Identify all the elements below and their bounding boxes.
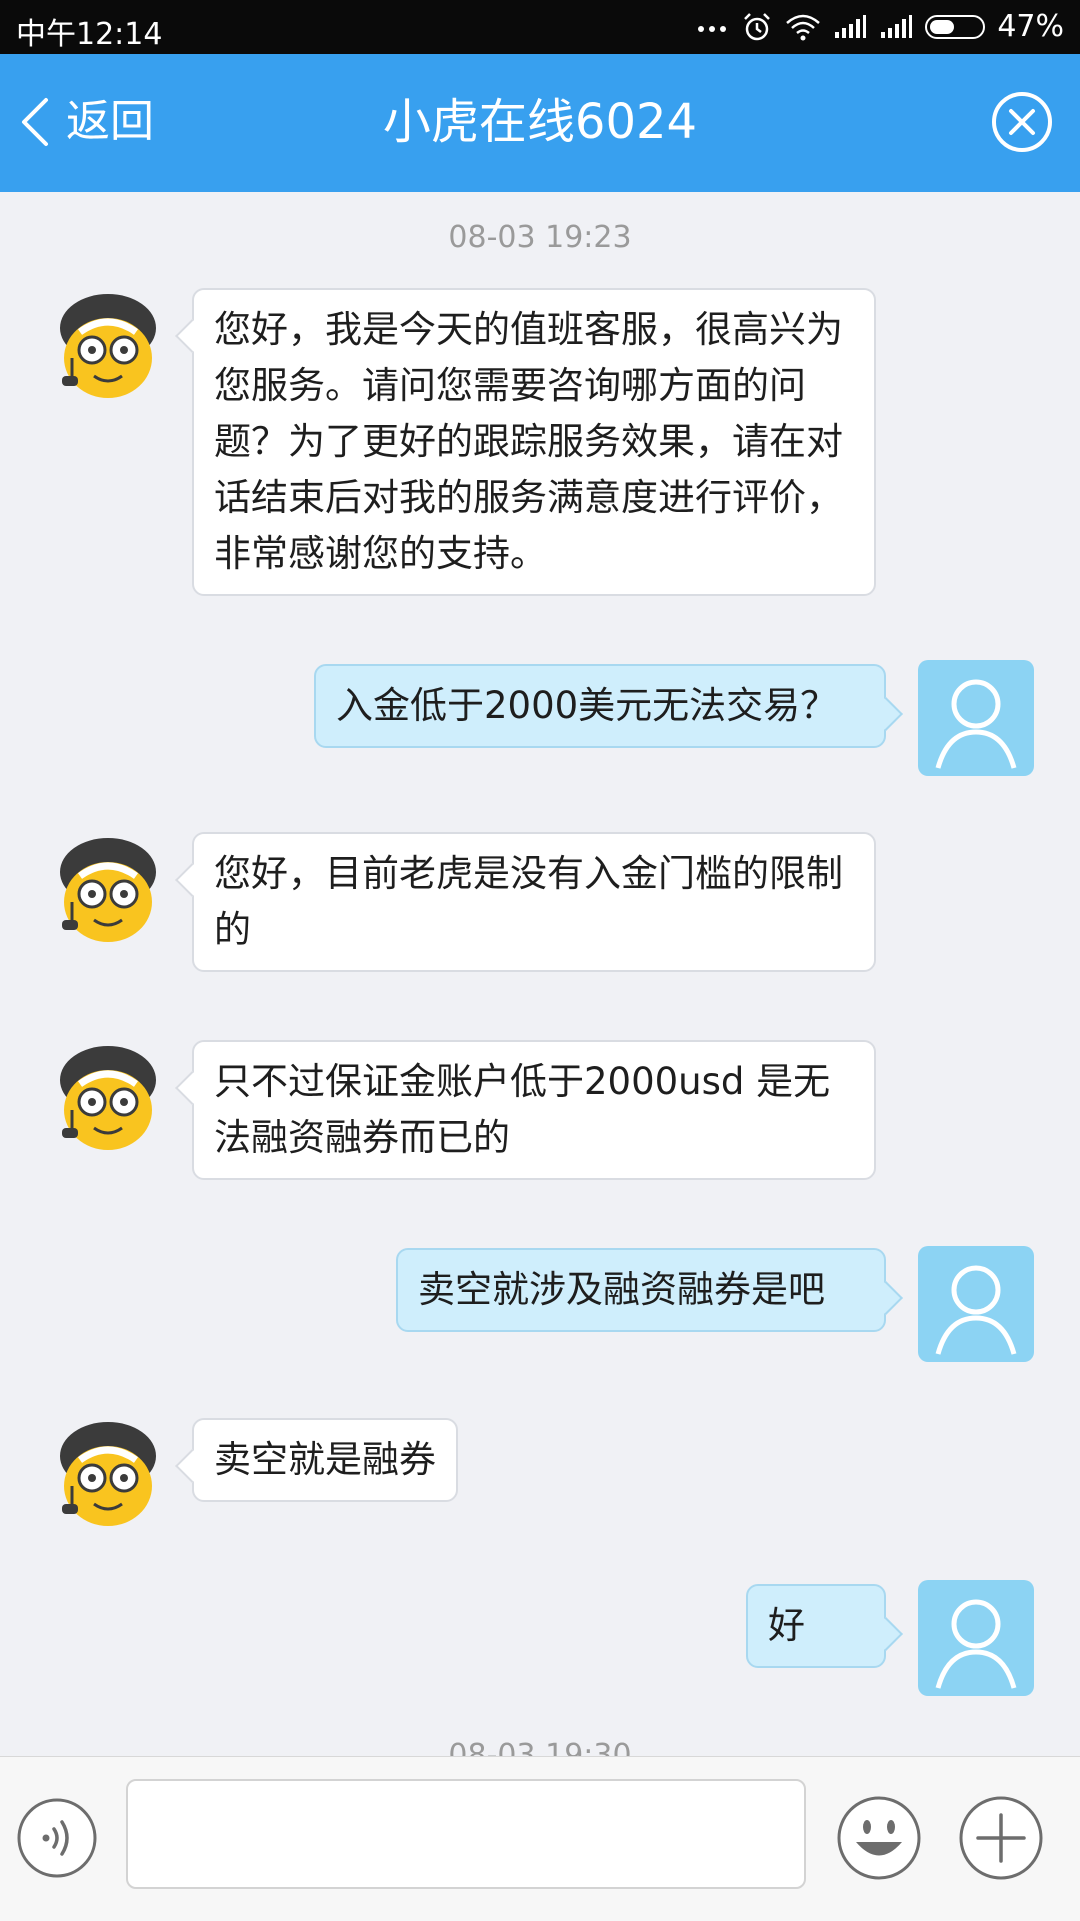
agent-avatar <box>50 288 166 404</box>
user-avatar <box>918 1246 1034 1362</box>
wifi-icon <box>786 14 821 40</box>
page-title: 小虎在线6024 <box>382 94 698 150</box>
battery-percent: 47% <box>997 9 1064 44</box>
more-dots-icon <box>698 25 727 32</box>
user-message-bubble[interactable]: 好 <box>746 1584 886 1668</box>
timestamp: 08-03 19:30 <box>448 1738 632 1756</box>
voice-button[interactable] <box>16 1797 98 1879</box>
emoji-button[interactable] <box>836 1795 922 1881</box>
message-input[interactable] <box>126 1779 806 1889</box>
agent-message-bubble[interactable]: 您好，我是今天的值班客服，很高兴为您服务。请问您需要咨询哪方面的问题？为了更好的… <box>192 288 876 596</box>
agent-message-bubble[interactable]: 卖空就是融券 <box>192 1418 458 1502</box>
voice-icon <box>17 1798 97 1878</box>
emoji-icon <box>837 1796 921 1880</box>
agent-message-bubble[interactable]: 只不过保证金账户低于2000usd 是无法融资融券而已的 <box>192 1040 876 1180</box>
user-avatar <box>918 660 1034 776</box>
status-bar: 中午12:14 47% <box>0 0 1080 54</box>
input-bar <box>0 1756 1080 1921</box>
user-message-bubble[interactable]: 入金低于2000美元无法交易？ <box>314 664 886 748</box>
agent-avatar <box>50 1416 166 1532</box>
agent-avatar <box>50 832 166 948</box>
agent-message-bubble[interactable]: 您好，目前老虎是没有入金门槛的限制的 <box>192 832 876 972</box>
close-circle-icon <box>992 92 1052 152</box>
timestamp: 08-03 19:23 <box>448 220 632 255</box>
user-message-bubble[interactable]: 卖空就涉及融资融券是吧 <box>396 1248 886 1332</box>
user-avatar <box>918 1580 1034 1696</box>
chat-header: 返回 小虎在线6024 <box>0 54 1080 192</box>
battery-icon <box>925 14 986 39</box>
signal-icon-2 <box>881 14 913 38</box>
more-button[interactable] <box>958 1795 1044 1881</box>
user-icon <box>935 1599 1017 1689</box>
user-icon <box>935 1265 1017 1355</box>
close-button[interactable] <box>990 90 1054 158</box>
signal-icon <box>835 14 867 38</box>
chat-area[interactable]: 08-03 19:23 您好，我是今天的值班客服，很高兴为您服务。请问您需要咨询… <box>0 192 1080 1756</box>
user-icon <box>935 679 1017 769</box>
alarm-icon <box>744 12 771 40</box>
status-icons: 47% <box>697 9 1064 44</box>
status-time: 中午12:14 <box>16 17 163 52</box>
plus-icon <box>959 1796 1043 1880</box>
agent-avatar <box>50 1040 166 1156</box>
